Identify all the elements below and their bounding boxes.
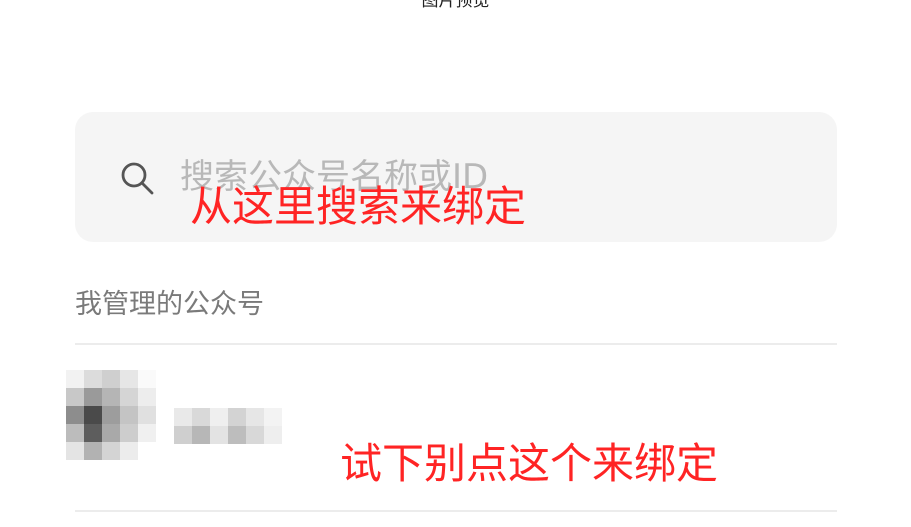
account-name	[174, 408, 282, 444]
account-annotation: 试下别点这个来绑定	[340, 439, 719, 488]
top-title: 图片预览	[421, 0, 490, 11]
divider	[75, 510, 837, 512]
section-label: 我管理的公众号	[75, 289, 264, 320]
account-avatar	[66, 370, 156, 460]
search-icon	[121, 162, 154, 195]
search-annotation: 从这里搜索来绑定	[190, 182, 527, 231]
